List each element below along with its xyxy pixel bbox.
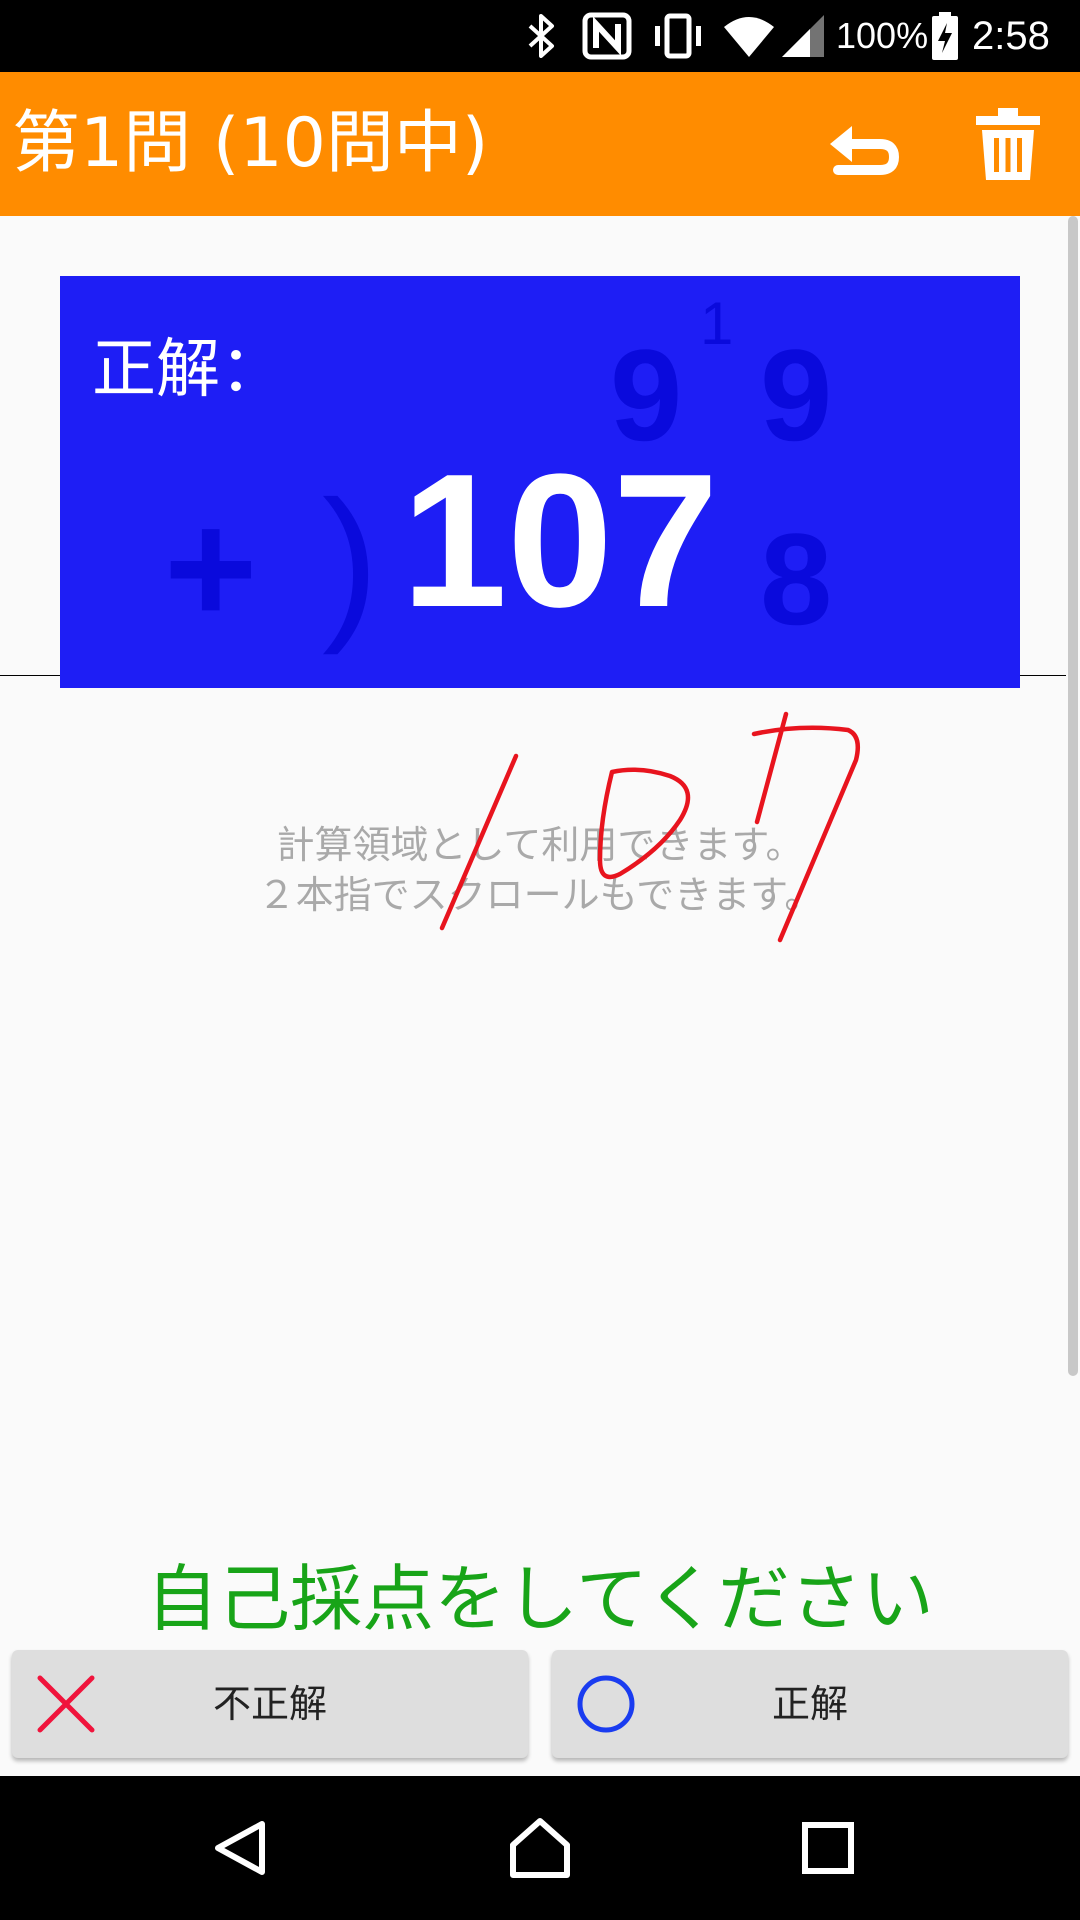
home-icon [510, 1818, 570, 1878]
back-icon [215, 1821, 265, 1875]
scratch-hint: 計算領域として利用できます。 ２本指でスクロールもできます。 [0, 820, 1080, 920]
page-title: 第1問 (10問中) [12, 104, 489, 183]
recents-icon [802, 1822, 854, 1874]
ghost-top-ones-digit: 9 [760, 322, 833, 468]
incorrect-button-label: 不正解 [212, 1682, 327, 1726]
self-grading-prompt: 自己採点をしてください [146, 1557, 934, 1641]
status-bar: 100% 2:58 [0, 0, 1080, 72]
signal-icon [780, 0, 826, 72]
answer-label: 正解： [92, 333, 284, 407]
ghost-carry-digit: 1 [700, 290, 734, 357]
correct-button-label: 正解 [771, 1682, 848, 1726]
app-bar: 第1問 (10問中) [0, 72, 1080, 216]
hint-line-2: ２本指でスクロールもできます。 [257, 873, 823, 917]
scrollbar[interactable] [1068, 216, 1078, 1376]
back-button[interactable] [200, 1808, 280, 1888]
home-button[interactable] [500, 1808, 580, 1888]
bluetooth-icon [524, 0, 558, 72]
trash-icon [976, 108, 1040, 180]
handwriting-stroke [754, 711, 789, 825]
incorrect-button[interactable]: 不正解 [12, 1650, 528, 1758]
undo-button[interactable] [822, 102, 906, 186]
recents-button[interactable] [788, 1808, 868, 1888]
correct-button[interactable]: 正解 [552, 1650, 1068, 1758]
battery-charging-icon [930, 0, 960, 72]
nfc-icon [582, 0, 632, 72]
navigation-bar [0, 1776, 1080, 1920]
clock: 2:58 [972, 13, 1050, 58]
undo-icon [830, 126, 900, 175]
answer-value: 107 [401, 435, 719, 647]
battery-percent: 100% [836, 15, 929, 56]
wifi-icon [722, 0, 776, 72]
answer-card: 9 1 9 + ) 8 正解： 107 [60, 276, 1020, 688]
vibrate-icon [650, 0, 706, 72]
delete-button[interactable] [966, 102, 1050, 186]
hint-line-1: 計算領域として利用できます。 [276, 823, 804, 867]
